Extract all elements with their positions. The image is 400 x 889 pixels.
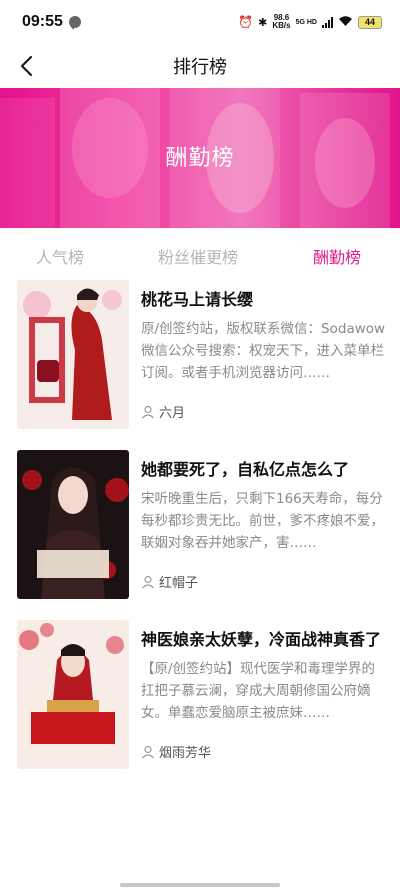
alarm-icon: ⏰ [238, 15, 254, 29]
home-indicator[interactable] [120, 883, 280, 887]
book-item[interactable]: 她都要死了，自私亿点怎么了 宋听晚重生后，只剩下166天寿命，每分每秒都珍贵无比… [0, 450, 400, 600]
status-time: 09:55 [22, 13, 63, 30]
battery-icon: 44 [358, 15, 382, 29]
wifi-icon [338, 15, 353, 30]
person-icon [142, 405, 154, 418]
back-button[interactable] [10, 50, 42, 82]
network-speed-unit: KB/s [272, 21, 291, 30]
book-author: 六月 [141, 402, 185, 421]
book-description: 宋听晚重生后，只剩下166天寿命，每分每秒都珍贵无比。前世，爹不疼娘不爱，联姻对… [141, 491, 384, 551]
book-author: 红帽子 [141, 572, 198, 591]
page-title: 排行榜 [173, 57, 227, 78]
book-cover[interactable] [17, 450, 129, 599]
book-item[interactable]: 神医娘亲太妖孽，冷面战神真香了 【原/创签约站】现代医学和毒理学界的扛把子慕云澜… [0, 620, 400, 770]
network-speed: 98.6 KB/s [272, 14, 290, 30]
ranking-tabs: 人气榜 粉丝催更榜 酬勤榜 [0, 236, 400, 272]
tab-reward[interactable]: 酬勤榜 [313, 244, 361, 268]
author-name: 六月 [159, 406, 186, 421]
status-bar: 09:55 ⏰ ✱ 98.6 KB/s 5G HD 44 [0, 0, 400, 44]
author-name: 红帽子 [159, 576, 199, 591]
back-chevron-icon [21, 56, 32, 76]
book-title[interactable]: 神医娘亲太妖孽，冷面战神真香了 [141, 626, 386, 650]
book-cover[interactable] [17, 280, 129, 429]
book-title[interactable]: 桃花马上请长缨 [141, 286, 386, 310]
book-cover[interactable] [17, 620, 129, 769]
tab-popularity[interactable]: 人气榜 [36, 244, 84, 268]
tab-fan-urge[interactable]: 粉丝催更榜 [158, 244, 238, 268]
book-description: 【原/创签约站】现代医学和毒理学界的扛把子慕云澜，穿成大周朝修国公府嫡女。单蠢恋… [141, 661, 376, 721]
bluetooth-icon: ✱ [258, 15, 268, 29]
book-item[interactable]: 桃花马上请长缨 原/创签约站，版权联系微信：Sodawow微信公众号搜索：权宠天… [0, 280, 400, 430]
person-icon [142, 745, 154, 758]
author-name: 烟雨芳华 [159, 746, 212, 761]
book-author: 烟雨芳华 [141, 742, 211, 761]
nav-bar: 排行榜 [0, 44, 400, 88]
book-title[interactable]: 她都要死了，自私亿点怎么了 [141, 456, 386, 480]
ranking-banner: 酬勤榜 [0, 88, 400, 228]
book-description: 原/创签约站，版权联系微信：Sodawow微信公众号搜索：权宠天下，进入菜单栏订… [141, 321, 386, 381]
person-icon [142, 575, 154, 588]
message-bubble-icon [68, 16, 81, 30]
network-type: 5G HD [295, 18, 317, 26]
signal-icon [322, 16, 333, 28]
status-icons: ⏰ ✱ 98.6 KB/s 5G HD 44 [238, 14, 382, 30]
banner-title: 酬勤榜 [165, 146, 235, 171]
